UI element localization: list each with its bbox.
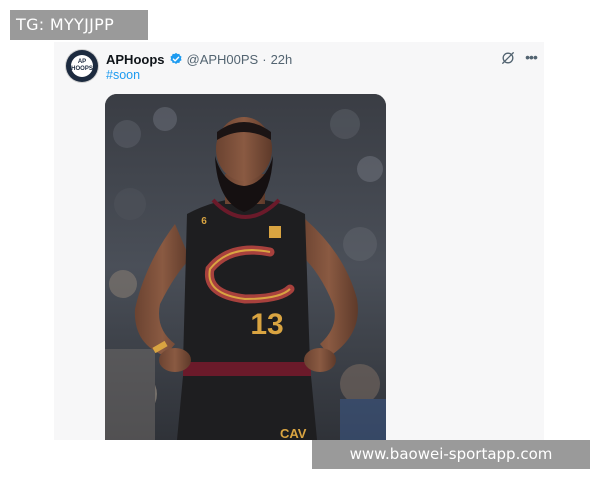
tweet-card[interactable]: AP HOOPS APHoops @APH00PS · 22h #soon ••…	[54, 42, 544, 440]
verified-badge-icon	[169, 52, 182, 64]
avatar-logo: AP HOOPS	[71, 55, 93, 77]
timestamp[interactable]: 22h	[271, 52, 293, 67]
display-name[interactable]: APHoops	[106, 52, 165, 67]
collar-number: 6	[201, 216, 207, 227]
avatar[interactable]: AP HOOPS	[66, 50, 98, 82]
tweet-header: APHoops @APH00PS · 22h	[106, 50, 292, 68]
separator-dot: ·	[262, 51, 267, 67]
handle[interactable]: @APH00PS	[187, 52, 259, 67]
grok-icon[interactable]	[501, 51, 515, 65]
hashtag-link[interactable]: #soon	[106, 68, 140, 82]
shorts-text: CAV	[280, 426, 307, 440]
avatar-logo-line2: HOOPS	[71, 66, 93, 72]
avatar-logo-line1: AP	[77, 59, 87, 65]
jersey-number: 13	[250, 308, 283, 341]
tg-watermark-label: TG: MYYJJPP	[10, 10, 148, 40]
more-options-icon[interactable]: •••	[523, 49, 539, 65]
player-photo: 13 6 CAV	[105, 94, 386, 440]
site-watermark: www.baowei-sportapp.com	[312, 440, 590, 469]
tweet-image[interactable]: 13 6 CAV	[105, 94, 386, 440]
